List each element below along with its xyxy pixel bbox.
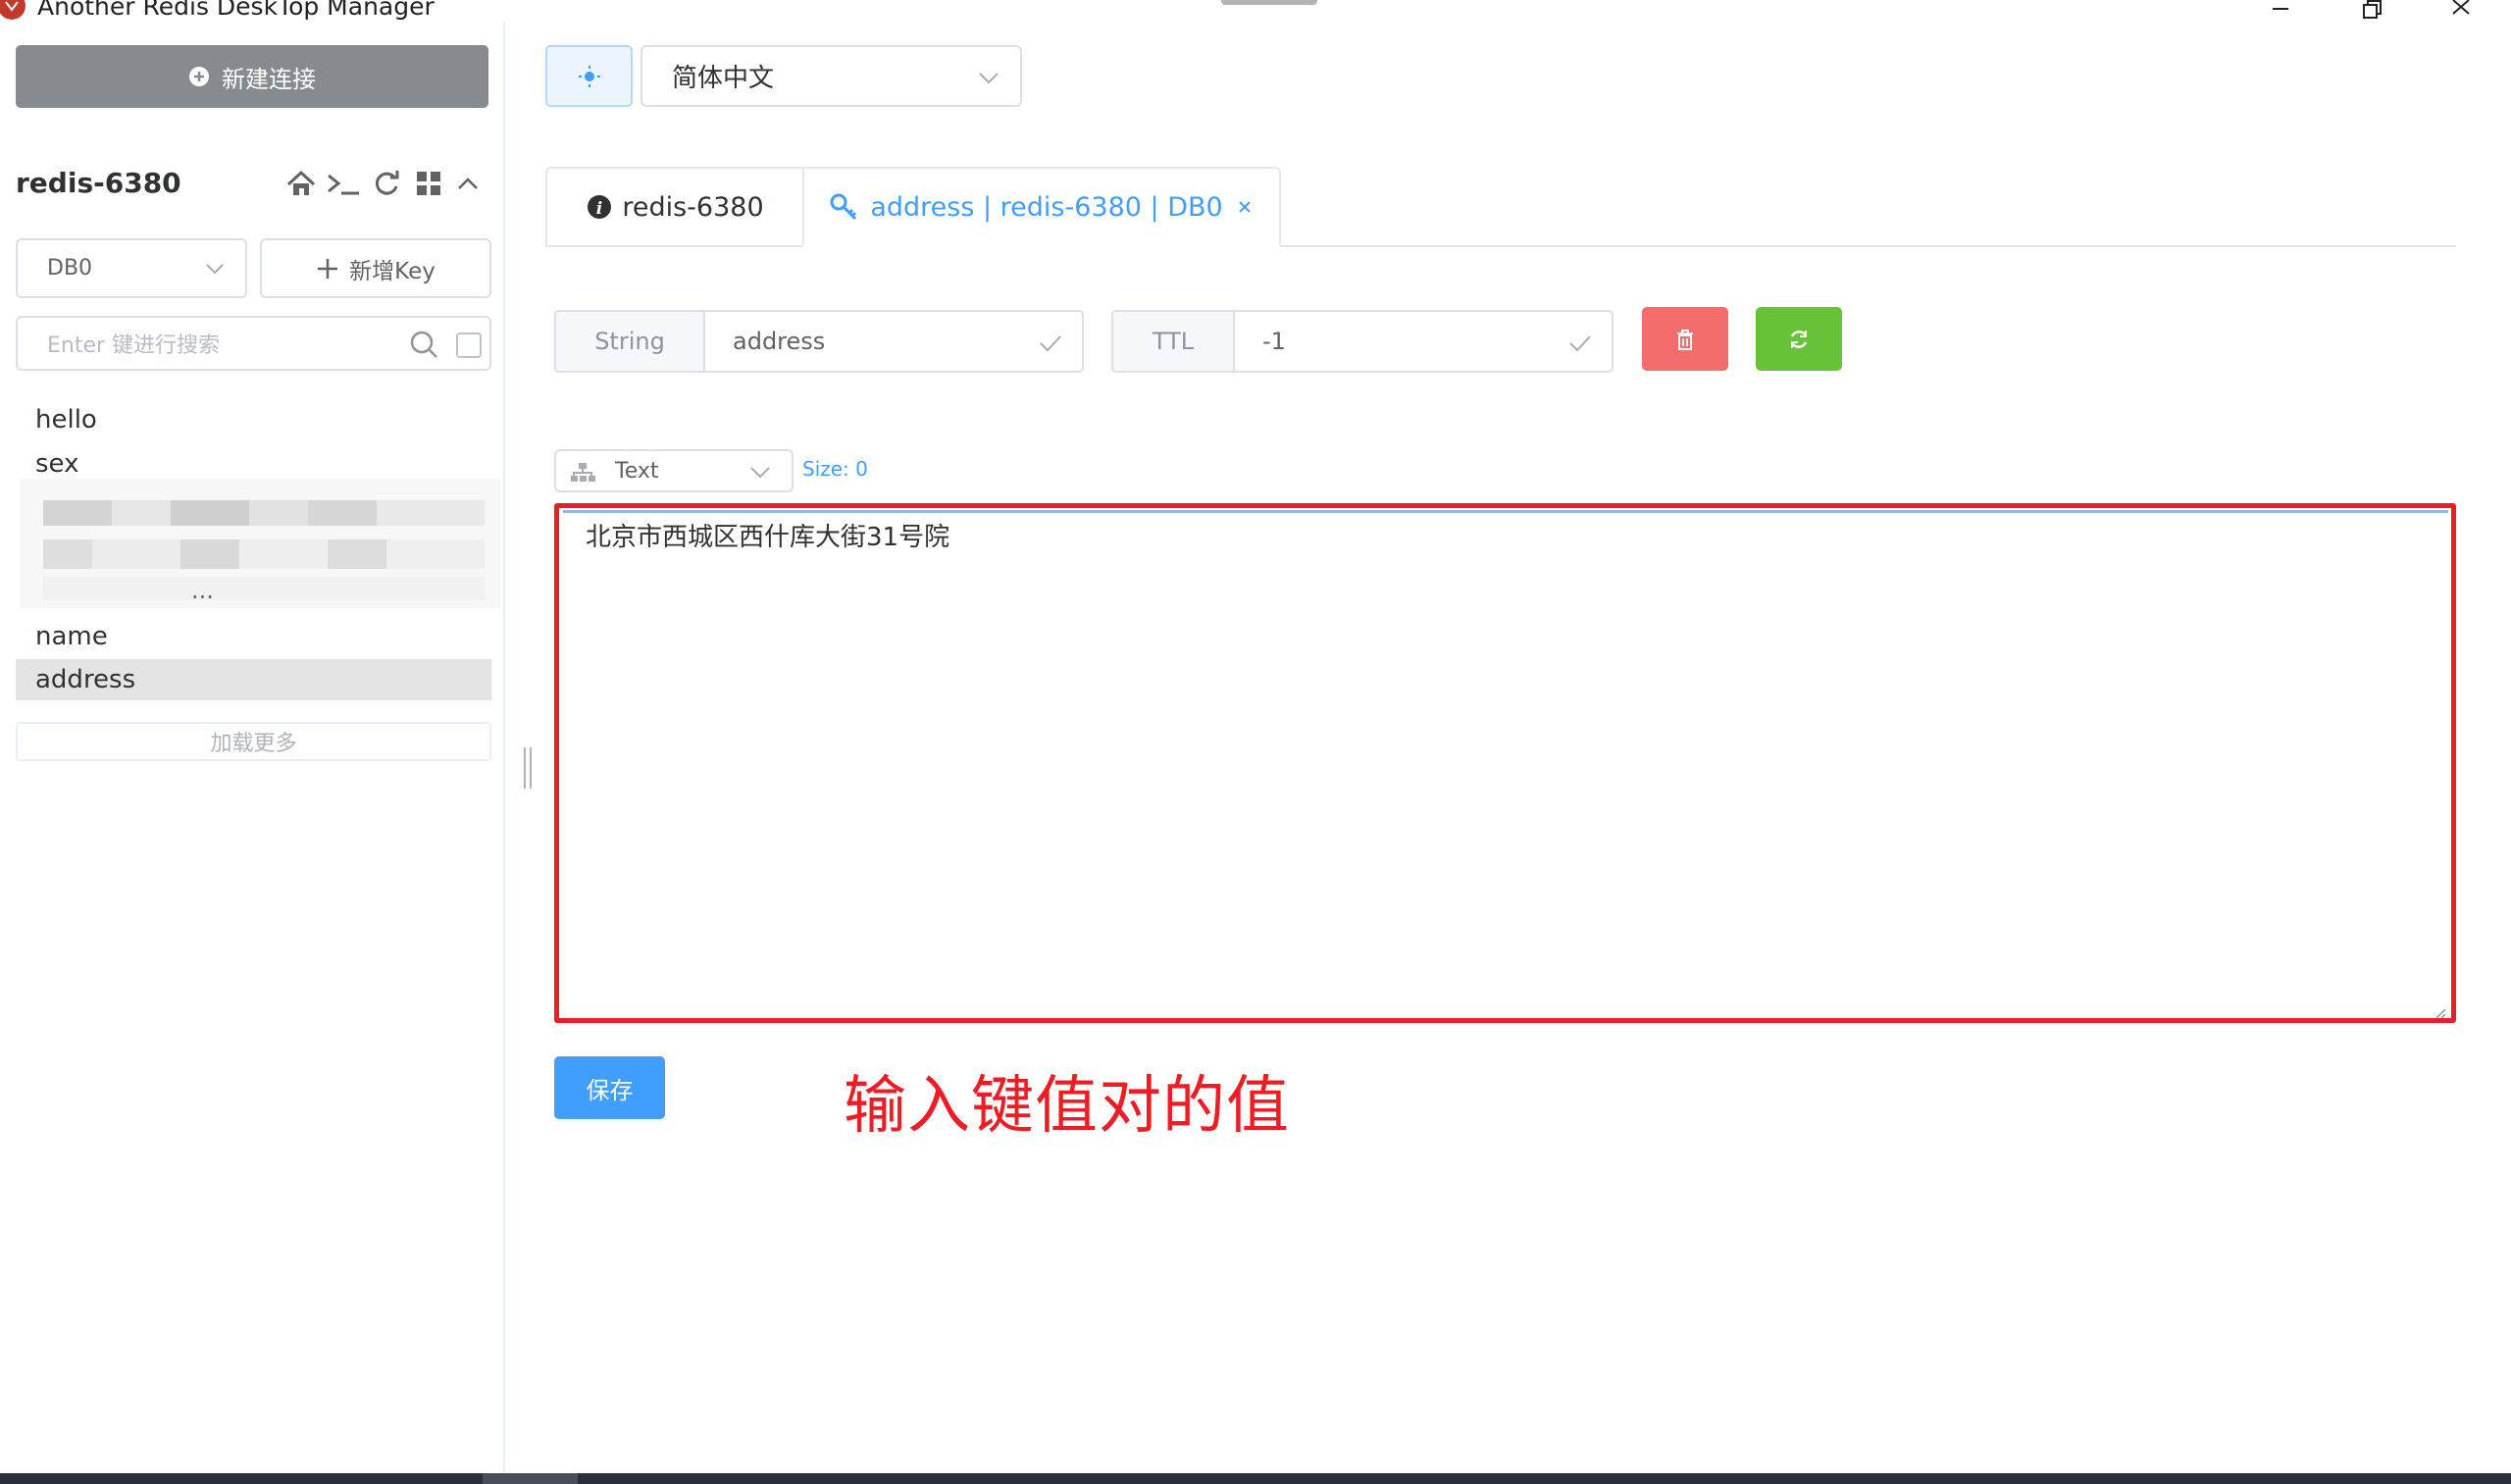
maximize-button[interactable] xyxy=(2352,0,2391,22)
key-list-item-hello[interactable]: hello xyxy=(16,399,491,440)
blurred-key-fragment: ... xyxy=(191,577,214,604)
tree-structure-icon xyxy=(571,463,595,482)
refresh-key-button[interactable] xyxy=(1756,307,1842,371)
minimize-icon xyxy=(2273,8,2288,10)
restore-icon xyxy=(2363,0,2382,19)
key-name-group: String address xyxy=(554,310,1084,373)
plus-icon xyxy=(318,258,338,279)
exact-search-checkbox[interactable] xyxy=(456,333,482,358)
load-more-button[interactable]: 加载更多 xyxy=(16,722,491,761)
check-icon[interactable] xyxy=(1039,333,1062,353)
minimize-button[interactable] xyxy=(2261,0,2300,22)
sun-icon xyxy=(578,65,600,87)
ttl-label: TTL xyxy=(1113,312,1235,371)
window-drag-handle[interactable] xyxy=(1221,0,1317,5)
ttl-input[interactable]: -1 xyxy=(1235,312,1612,371)
trash-icon xyxy=(1677,329,1693,350)
close-tab-icon[interactable] xyxy=(1235,197,1255,217)
chevron-down-icon xyxy=(750,467,770,479)
editor-resize-grip[interactable] xyxy=(2434,1004,2446,1019)
chevron-up-icon[interactable] xyxy=(451,167,485,200)
annotation-highlight-box xyxy=(554,503,2456,1023)
add-key-button[interactable]: 新增Key xyxy=(260,238,491,298)
tab-connection-info[interactable]: i redis-6380 xyxy=(545,167,803,247)
terminal-icon[interactable] xyxy=(325,167,362,200)
window-title: Another Redis DeskTop Manager xyxy=(37,0,435,21)
app-logo-icon xyxy=(0,0,29,22)
tab-key-label: address | redis-6380 | DB0 xyxy=(870,191,1223,223)
bottom-bar xyxy=(0,1473,2511,1484)
save-button[interactable]: 保存 xyxy=(554,1056,665,1119)
key-list-item-name[interactable]: name xyxy=(16,616,491,657)
blurred-key-items: ... xyxy=(20,479,500,608)
sidebar-resize-handle[interactable] xyxy=(524,747,532,789)
key-list-item-address[interactable]: address xyxy=(16,659,491,700)
language-select[interactable]: 简体中文 xyxy=(641,45,1022,107)
bottom-bar-segment xyxy=(483,1473,578,1484)
value-format-select[interactable]: Text xyxy=(554,449,794,492)
tab-info-label: redis-6380 xyxy=(622,191,764,223)
value-format-value: Text xyxy=(615,458,659,484)
svg-text:i: i xyxy=(596,199,602,219)
key-icon xyxy=(830,193,857,221)
info-icon: i xyxy=(588,195,612,219)
search-icon[interactable] xyxy=(409,330,438,359)
annotation-text: 输入键值对的值 xyxy=(844,1070,1290,1143)
language-value: 简体中文 xyxy=(672,64,775,93)
home-icon[interactable] xyxy=(284,167,318,200)
chevron-down-icon xyxy=(206,264,224,275)
ttl-group: TTL -1 xyxy=(1111,310,1614,373)
add-key-label: 新增Key xyxy=(349,258,436,284)
grid-icon[interactable] xyxy=(412,167,445,200)
theme-toggle-button[interactable] xyxy=(545,45,633,107)
tab-key-detail[interactable]: address | redis-6380 | DB0 xyxy=(802,167,1281,247)
value-size-label: Size: 0 xyxy=(802,457,868,481)
delete-key-button[interactable] xyxy=(1642,307,1728,371)
db-select[interactable]: DB0 xyxy=(16,238,247,298)
key-name-input[interactable]: address xyxy=(705,312,1082,371)
new-connection-button[interactable]: 新建连接 xyxy=(16,45,488,108)
key-type-label: String xyxy=(556,312,705,371)
close-icon xyxy=(2452,0,2470,15)
connection-name[interactable]: redis-6380 xyxy=(16,167,181,199)
close-window-button[interactable] xyxy=(2441,0,2481,22)
refresh-icon[interactable] xyxy=(370,167,403,200)
check-icon[interactable] xyxy=(1568,333,1592,353)
refresh-icon xyxy=(1790,330,1808,348)
ttl-value: -1 xyxy=(1262,328,1286,355)
db-select-value: DB0 xyxy=(47,256,93,281)
key-name-value: address xyxy=(733,328,826,355)
new-connection-label: 新建连接 xyxy=(222,65,316,93)
chevron-down-icon xyxy=(979,73,999,84)
search-placeholder: Enter 键进行搜索 xyxy=(47,333,221,358)
plus-circle-icon xyxy=(189,67,209,86)
